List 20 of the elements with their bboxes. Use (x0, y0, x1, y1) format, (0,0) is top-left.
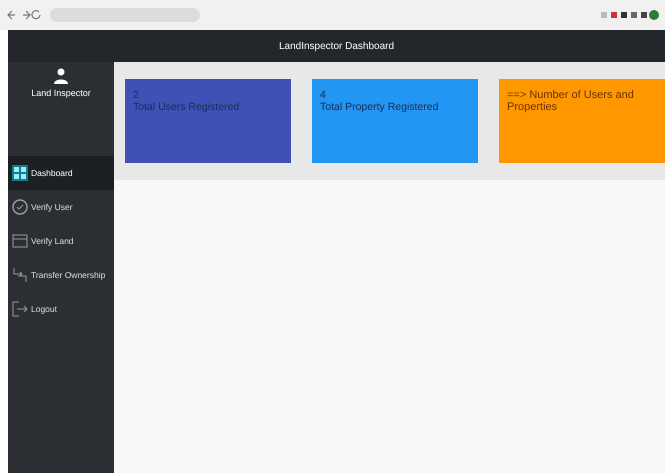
logout-icon (12, 301, 28, 317)
extension-icon[interactable] (599, 9, 659, 21)
sidebar-item[interactable]: Logout (8, 292, 114, 326)
dashboard-icon (12, 165, 28, 181)
sidebar-item[interactable]: Verify Land (8, 224, 114, 258)
navigation-icon[interactable] (6, 10, 42, 20)
shield-icon (12, 199, 28, 215)
user-icon (54, 68, 68, 84)
stat-label: Total Users Registered (133, 101, 240, 113)
card-icon (12, 234, 28, 248)
stat-label: Total Property Registered (320, 101, 440, 113)
sidebar-item[interactable]: Verify User (8, 190, 114, 224)
stat-value: 2 (133, 89, 140, 101)
stat-value: 4 (320, 89, 327, 101)
stat-label: ==> Number of Users and Properties (507, 89, 635, 113)
transfer-icon (12, 267, 28, 283)
sidebar-item[interactable]: Dashboard (8, 156, 114, 190)
user-name: Land Inspector (31, 88, 91, 98)
page-title: LandInspector Dashboard (278, 40, 394, 52)
sidebar-item[interactable]: Transfer Ownership (8, 258, 114, 292)
